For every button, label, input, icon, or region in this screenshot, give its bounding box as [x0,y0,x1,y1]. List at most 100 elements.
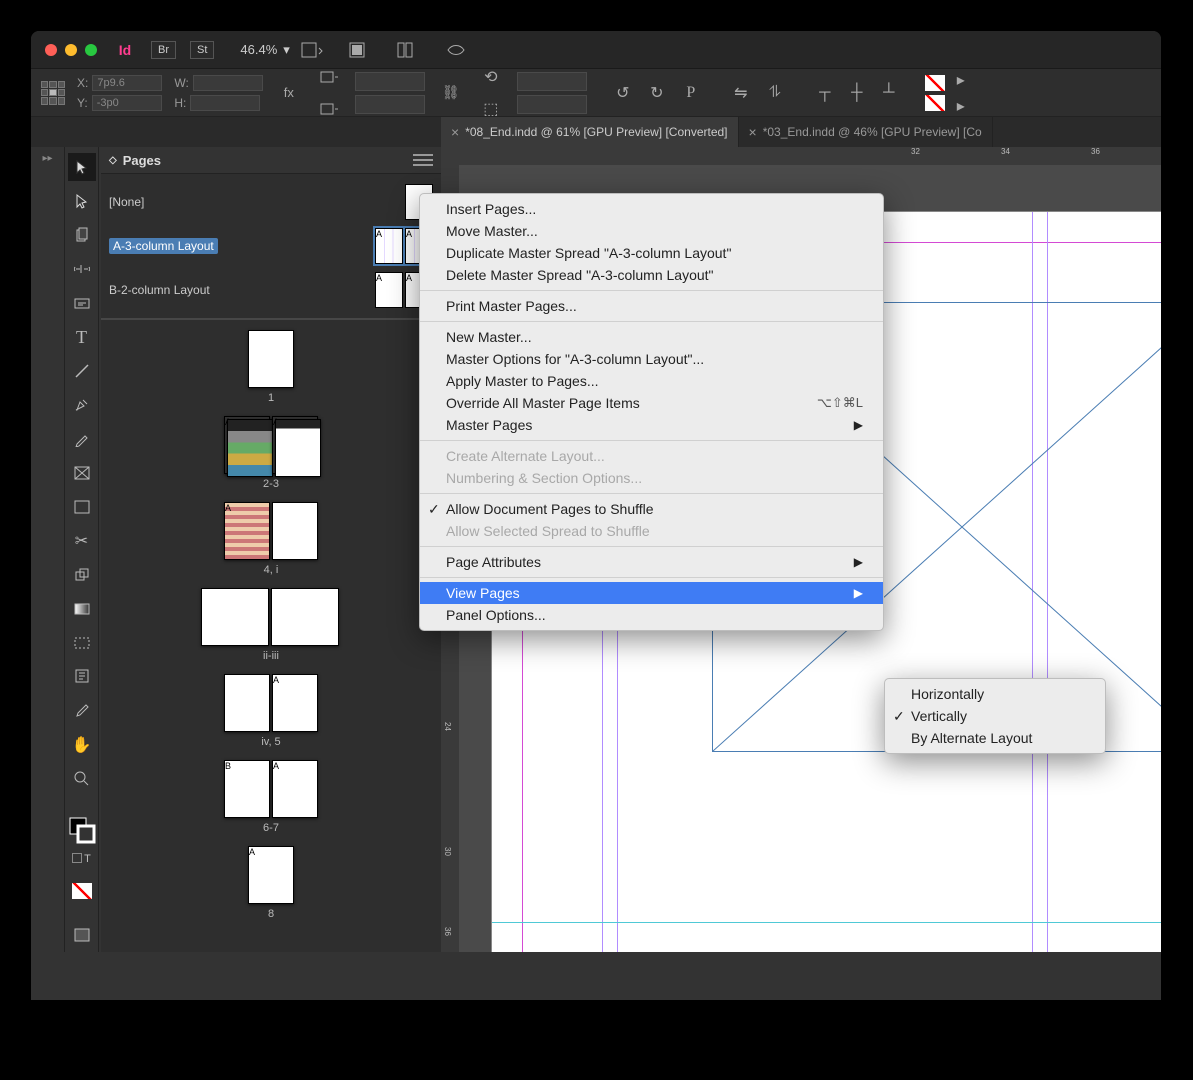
line-tool[interactable] [68,357,96,385]
play-icon[interactable]: ▸ [957,70,965,90]
rotate-cw-icon[interactable]: ↻ [643,79,671,107]
menu-separator [420,290,883,291]
page-thumb-1[interactable]: 1 [101,330,441,404]
tab-doc-2[interactable]: × *03_End.indd @ 46% [GPU Preview] [Co [739,117,993,147]
fx-icon[interactable]: fx [275,79,303,107]
menu-view-pages[interactable]: View Pages▶ [420,582,883,604]
rotate-icon[interactable]: ⟲ [477,63,505,91]
master-b-2-column[interactable]: B-2-column Layout AA [101,268,441,312]
flip-h-icon[interactable]: ⇋ [727,79,755,107]
page-thumb-8[interactable]: A8 [101,846,441,920]
page-thumb-4-i[interactable]: A4, i [101,502,441,576]
formatting-text-icon[interactable]: T [84,853,91,865]
zoom-dropdown[interactable]: 46.4% ▾ [240,42,289,58]
arrange-icon[interactable] [394,36,422,64]
rotate-field[interactable] [517,72,587,91]
y-field[interactable] [92,95,162,111]
page-thumb-2-3[interactable]: AA2-3 [101,416,441,490]
scale-x-field[interactable] [355,72,425,91]
direct-selection-tool[interactable] [68,187,96,215]
close-icon[interactable]: × [451,124,459,140]
submenu-by-alternate[interactable]: By Alternate Layout [885,727,1105,749]
rectangle-tool[interactable] [68,493,96,521]
zoom-tool[interactable] [68,765,96,793]
shear-field[interactable] [517,95,587,114]
fill-stroke-icon[interactable] [68,813,96,847]
submenu-arrow-icon: ▶ [854,586,863,600]
scissors-tool[interactable]: ✂ [68,527,96,555]
link-icon[interactable]: ⛓ [437,79,465,107]
menu-apply-master[interactable]: Apply Master to Pages... [420,370,883,392]
type-tool[interactable]: T [68,323,96,351]
panel-menu-icon[interactable] [413,154,433,166]
free-transform-tool[interactable] [68,561,96,589]
page-thumb-ii-iii[interactable]: ii-iii [101,588,441,662]
eyedropper-tool[interactable] [68,697,96,725]
submenu-vertically[interactable]: ✓Vertically [885,705,1105,727]
h-field[interactable] [190,95,260,111]
zoom-value: 46.4% [240,42,277,57]
reference-point[interactable] [41,81,65,105]
pencil-tool[interactable] [68,425,96,453]
align-mid-icon[interactable]: ┼ [843,79,871,107]
close-window-button[interactable] [45,44,57,56]
page-thumb-iv-5[interactable]: Aiv, 5 [101,674,441,748]
stroke-swatch[interactable] [925,95,945,111]
text-wrap-p-icon[interactable]: P [677,79,705,107]
gap-tool[interactable] [68,255,96,283]
menu-insert-pages[interactable]: Insert Pages... [420,198,883,220]
screen-mode-icon[interactable] [346,36,374,64]
menu-page-attributes[interactable]: Page Attributes▶ [420,551,883,573]
page-thumb-6-7[interactable]: BA6-7 [101,760,441,834]
w-field[interactable] [193,75,263,91]
x-label: X: [77,76,88,90]
menu-master-pages[interactable]: Master Pages▶ [420,414,883,436]
fill-swatch[interactable] [925,75,945,91]
pages-list[interactable]: 1 AA2-3 A4, i ii-iii Aiv, 5 BA6-7 A8 [101,320,441,952]
menu-master-options[interactable]: Master Options for "A-3-column Layout"..… [420,348,883,370]
pages-panel-header[interactable]: ◇ Pages [101,147,441,174]
align-top-icon[interactable]: ┬ [811,79,839,107]
collapse-icon[interactable]: ◇ [109,155,117,166]
maximize-window-button[interactable] [85,44,97,56]
stock-button[interactable]: St [190,41,214,59]
submenu-arrow-icon: ▶ [854,555,863,569]
gradient-feather-tool[interactable] [68,629,96,657]
master-none[interactable]: [None] [101,180,441,224]
play-icon-2[interactable]: ▸ [957,96,965,116]
menu-override-master-items[interactable]: Override All Master Page Items⌥⇧⌘L [420,392,883,414]
selection-tool[interactable] [68,153,96,181]
note-tool[interactable] [68,663,96,691]
scale-y-field[interactable] [355,95,425,114]
gradient-tool[interactable] [68,595,96,623]
horizontal-ruler: 32 34 36 [441,147,1161,165]
menu-panel-options[interactable]: Panel Options... [420,604,883,626]
submenu-horizontally[interactable]: Horizontally [885,683,1105,705]
hand-tool[interactable]: ✋ [68,731,96,759]
bridge-button[interactable]: Br [151,41,176,59]
rotate-ccw-icon[interactable]: ↺ [609,79,637,107]
menu-duplicate-master[interactable]: Duplicate Master Spread "A-3-column Layo… [420,242,883,264]
page-tool[interactable] [68,221,96,249]
close-icon[interactable]: × [749,124,757,140]
menu-move-master[interactable]: Move Master... [420,220,883,242]
pen-tool[interactable] [68,391,96,419]
scale-x-icon[interactable] [315,63,343,91]
flip-v-icon[interactable]: ⥮ [761,79,789,107]
content-collector-tool[interactable] [68,289,96,317]
x-field[interactable] [92,75,162,91]
align-bot-icon[interactable]: ┴ [875,79,903,107]
apply-none-icon[interactable] [72,883,92,899]
tab-doc-1[interactable]: × *08_End.indd @ 61% [GPU Preview] [Conv… [441,117,739,147]
minimize-window-button[interactable] [65,44,77,56]
view-options-icon[interactable] [298,36,326,64]
menu-print-master-pages[interactable]: Print Master Pages... [420,295,883,317]
rectangle-frame-tool[interactable] [68,459,96,487]
menu-delete-master[interactable]: Delete Master Spread "A-3-column Layout" [420,264,883,286]
formatting-container-icon[interactable] [72,853,82,863]
view-mode-icon[interactable] [68,921,96,949]
gpu-icon[interactable] [442,36,470,64]
master-a-3-column[interactable]: A-3-column Layout AA [101,224,441,268]
menu-allow-shuffle-doc[interactable]: ✓Allow Document Pages to Shuffle [420,498,883,520]
menu-new-master[interactable]: New Master... [420,326,883,348]
